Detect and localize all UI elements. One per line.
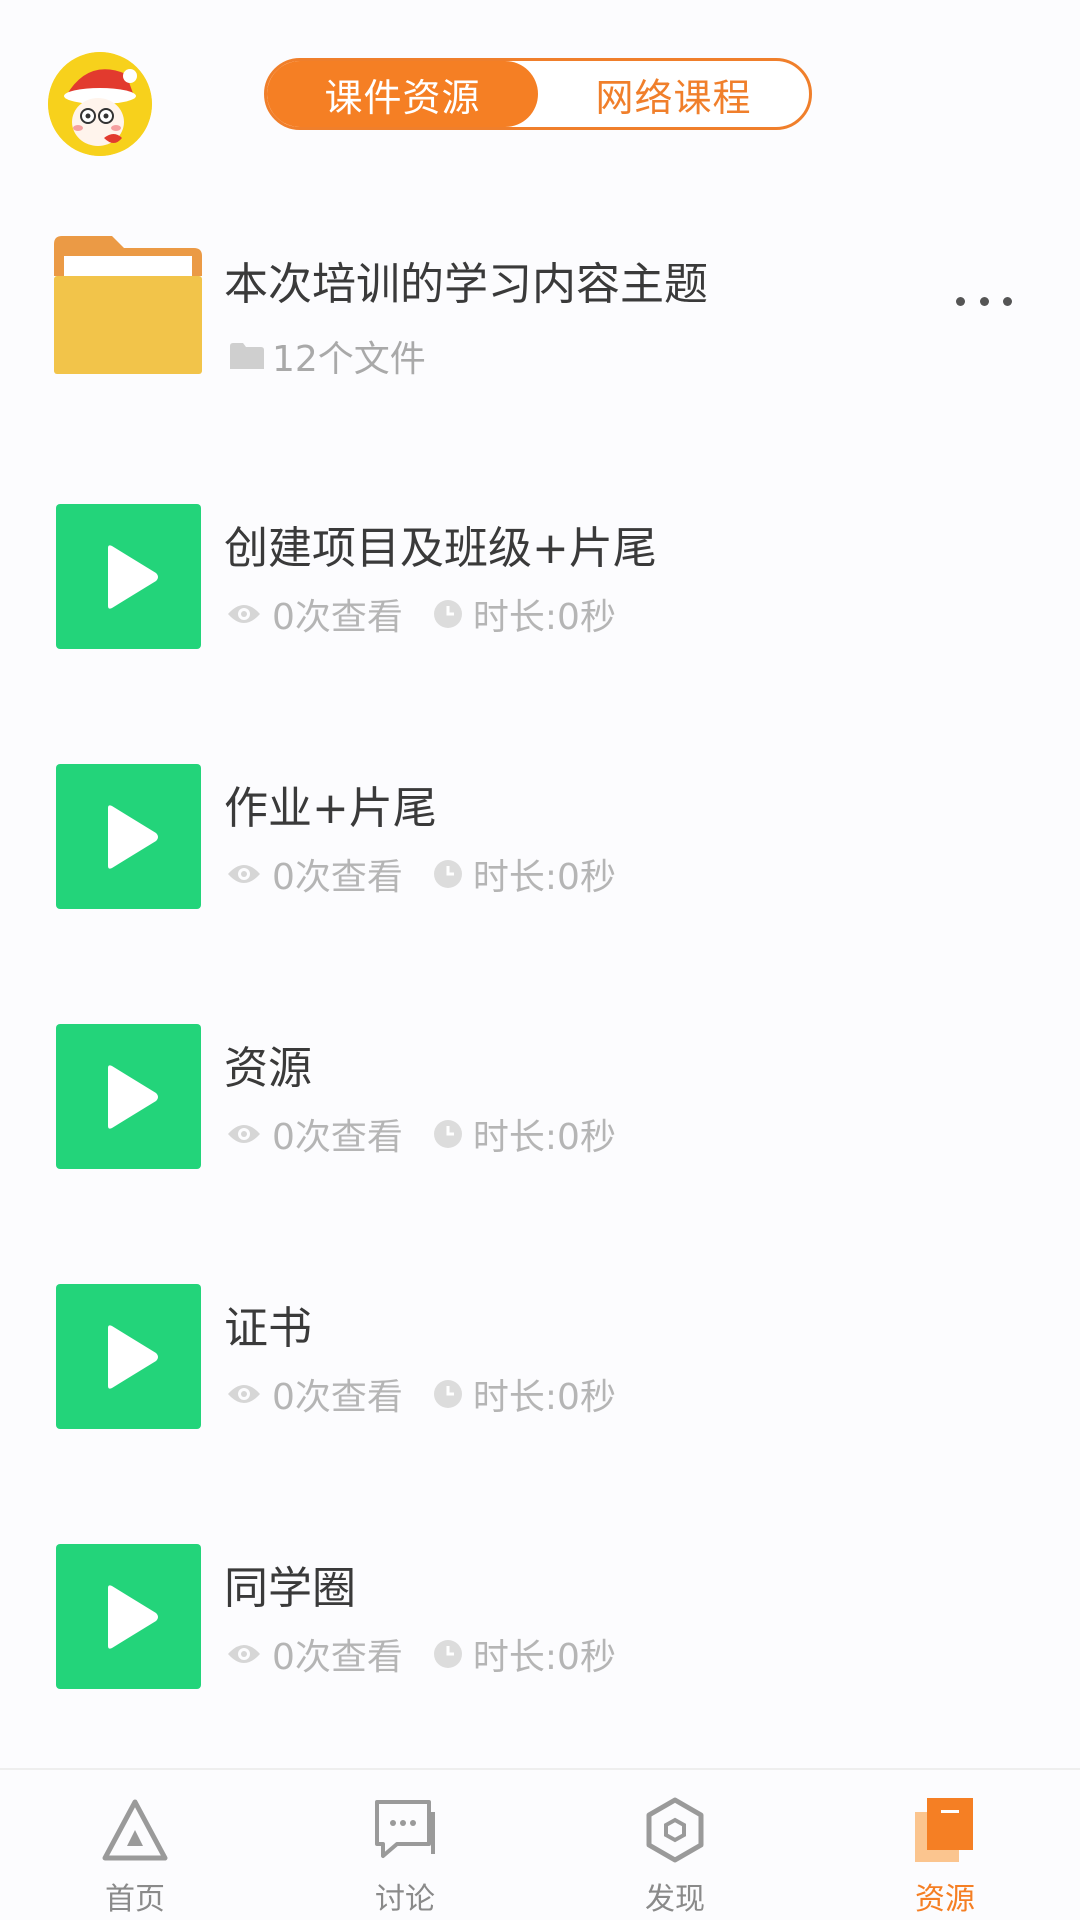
duration: 时长:0秒	[472, 857, 616, 898]
video-meta: 0次查看 时长:0秒	[226, 1628, 616, 1680]
eye-icon	[226, 1382, 262, 1406]
play-icon	[108, 805, 158, 869]
more-dot-icon	[979, 296, 989, 306]
nav-label: 首页	[105, 1882, 165, 1917]
video-meta: 0次查看 时长:0秒	[226, 588, 616, 640]
video-thumbnail	[56, 1284, 201, 1429]
eye-icon	[226, 602, 262, 626]
resource-book-icon	[909, 1794, 981, 1866]
video-meta: 0次查看 时长:0秒	[226, 1368, 616, 1420]
small-folder-icon	[230, 343, 264, 369]
app-screen: 课件资源 网络课程 本次培训的学习内容主题 12个文件 创建项目及班级+片尾 0…	[0, 0, 1080, 1920]
video-meta: 0次查看 时长:0秒	[226, 1108, 616, 1160]
eye-icon	[226, 862, 262, 886]
video-title: 作业+片尾	[224, 783, 437, 834]
tab-online-course[interactable]: 网络课程	[538, 61, 809, 127]
video-item[interactable]: 创建项目及班级+片尾 0次查看 时长:0秒	[0, 478, 1080, 738]
clock-icon	[433, 1379, 463, 1409]
nav-discussion[interactable]: 讨论	[270, 1770, 540, 1920]
tab-courseware[interactable]: 课件资源	[267, 61, 538, 127]
duration: 时长:0秒	[472, 1377, 616, 1418]
video-thumbnail	[56, 1544, 201, 1689]
folder-file-count: 12个文件	[272, 339, 426, 380]
video-item[interactable]: 资源 0次查看 时长:0秒	[0, 998, 1080, 1258]
duration: 时长:0秒	[472, 597, 616, 638]
nav-label: 资源	[915, 1882, 975, 1917]
video-item[interactable]: 证书 0次查看 时长:0秒	[0, 1258, 1080, 1518]
segmented-tabs: 课件资源 网络课程	[264, 58, 812, 130]
play-icon	[108, 1585, 158, 1649]
bottom-nav: 首页 讨论 发现 资源	[0, 1768, 1080, 1920]
video-title: 证书	[224, 1303, 312, 1354]
more-dot-icon	[1003, 296, 1012, 306]
video-title: 资源	[224, 1043, 312, 1094]
resource-list: 本次培训的学习内容主题 12个文件 创建项目及班级+片尾 0次查看 时长:0秒 …	[0, 210, 1080, 1778]
video-item[interactable]: 作业+片尾 0次查看 时长:0秒	[0, 738, 1080, 998]
video-thumbnail	[56, 1024, 201, 1169]
video-meta: 0次查看 时长:0秒	[226, 848, 616, 900]
chat-icon	[369, 1794, 441, 1866]
clock-icon	[433, 1119, 463, 1149]
avatar[interactable]	[48, 52, 152, 156]
folder-icon	[54, 236, 202, 374]
clock-icon	[433, 599, 463, 629]
nav-label: 讨论	[375, 1882, 435, 1917]
view-count: 0次查看	[272, 1637, 403, 1678]
video-thumbnail	[56, 504, 201, 649]
triangle-home-icon	[99, 1794, 171, 1866]
folder-meta: 12个文件	[230, 330, 426, 382]
more-options-button[interactable]	[956, 286, 1012, 316]
santa-avatar-icon	[48, 52, 152, 156]
play-icon	[108, 1325, 158, 1389]
nav-home[interactable]: 首页	[0, 1770, 270, 1920]
clock-icon	[433, 1639, 463, 1669]
folder-title: 本次培训的学习内容主题	[224, 259, 708, 310]
view-count: 0次查看	[272, 1377, 403, 1418]
video-title: 创建项目及班级+片尾	[224, 523, 657, 574]
hexagon-discover-icon	[639, 1794, 711, 1866]
folder-item[interactable]: 本次培训的学习内容主题 12个文件	[0, 210, 1080, 410]
eye-icon	[226, 1642, 262, 1666]
eye-icon	[226, 1122, 262, 1146]
video-title: 同学圈	[224, 1563, 356, 1614]
play-icon	[108, 1065, 158, 1129]
clock-icon	[433, 859, 463, 889]
play-icon	[108, 545, 158, 609]
more-dot-icon	[956, 296, 965, 306]
view-count: 0次查看	[272, 597, 403, 638]
video-list: 创建项目及班级+片尾 0次查看 时长:0秒 作业+片尾 0次查看 时长:0秒 资…	[0, 478, 1080, 1778]
video-item[interactable]: 同学圈 0次查看 时长:0秒	[0, 1518, 1080, 1778]
view-count: 0次查看	[272, 857, 403, 898]
video-thumbnail	[56, 764, 201, 909]
nav-resources[interactable]: 资源	[810, 1770, 1080, 1920]
nav-label: 发现	[645, 1882, 705, 1917]
duration: 时长:0秒	[472, 1117, 616, 1158]
nav-discover[interactable]: 发现	[540, 1770, 810, 1920]
duration: 时长:0秒	[472, 1637, 616, 1678]
view-count: 0次查看	[272, 1117, 403, 1158]
